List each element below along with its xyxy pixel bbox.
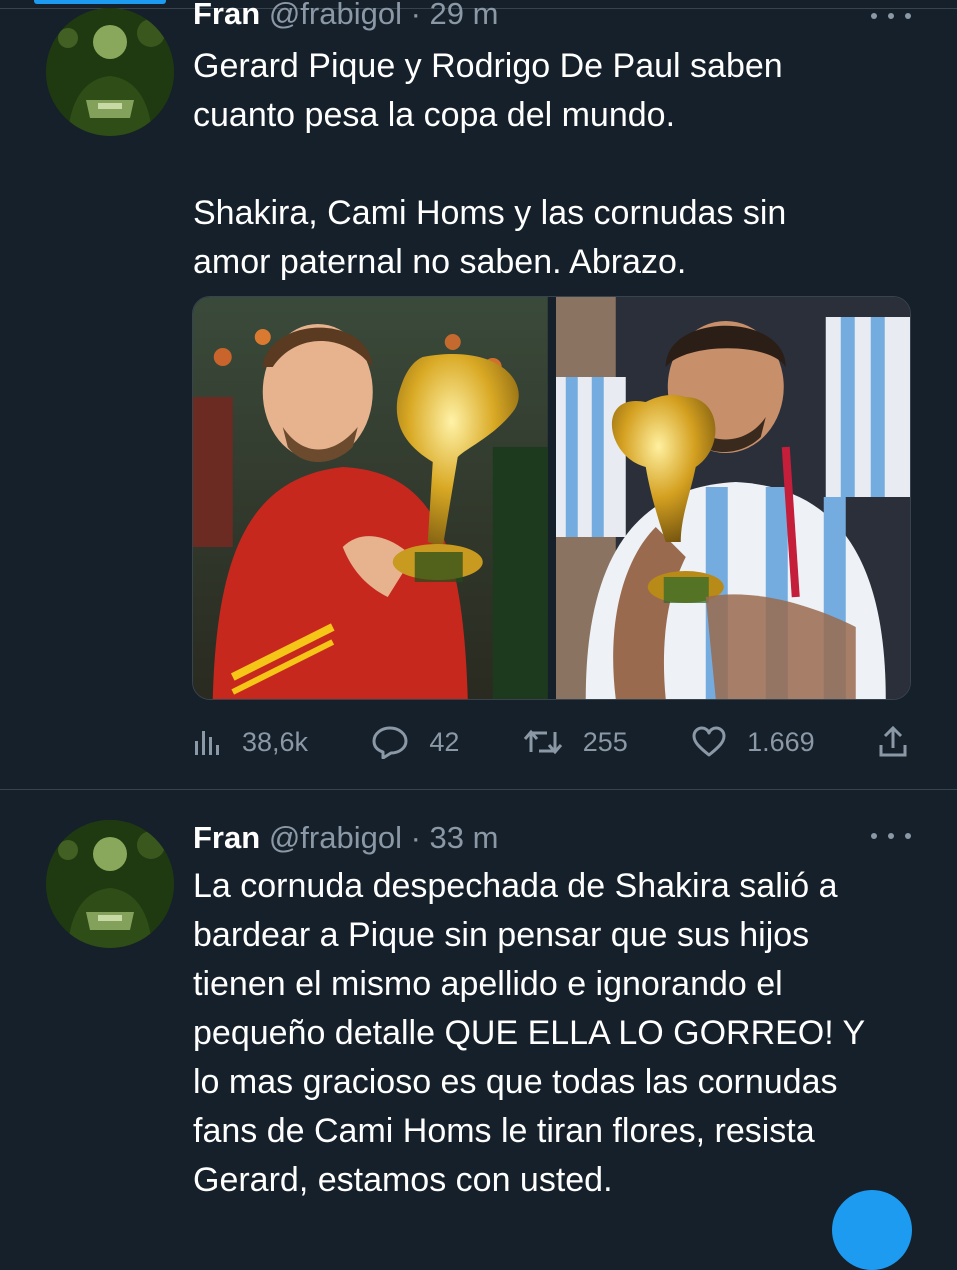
more-options-icon[interactable] [871, 826, 911, 846]
user-handle[interactable]: @frabigol [269, 820, 402, 855]
separator-dot: · [410, 0, 421, 31]
views-count: 38,6k [242, 726, 309, 757]
tweet-header: Fran @frabigol · 29 m [193, 0, 498, 32]
display-name[interactable]: Fran [193, 0, 260, 31]
reply-count: 42 [429, 726, 460, 757]
tweet-media[interactable] [192, 296, 911, 700]
reply-icon [372, 726, 408, 759]
like-count: 1.669 [747, 726, 815, 757]
tweet-text: La cornuda despechada de Shakira salió a… [193, 867, 866, 1199]
avatar[interactable] [46, 8, 174, 136]
dot [905, 833, 911, 839]
reply-button[interactable]: 42 [371, 725, 459, 759]
dot [888, 13, 894, 19]
avatar-image [46, 8, 174, 136]
share-button[interactable] [878, 726, 908, 758]
dot [871, 13, 877, 19]
retweet-button[interactable]: 255 [523, 726, 628, 758]
tweet-text: Gerard Pique y Rodrigo De Paul saben cua… [193, 47, 787, 281]
photo-player-kissing-trophy [555, 297, 910, 699]
avatar-image [46, 820, 174, 948]
tweet-actions: 38,6k 42 255 1.669 [192, 720, 912, 764]
display-name[interactable]: Fran [193, 820, 260, 855]
tweet-divider [0, 789, 957, 790]
tweet-1[interactable]: Fran @frabigol · 29 m Gerard Pique y Rod… [0, 0, 957, 790]
share-icon [879, 726, 907, 757]
dot [871, 833, 877, 839]
media-photo-left[interactable] [193, 297, 548, 699]
dot [905, 13, 911, 19]
user-handle[interactable]: @frabigol [269, 0, 402, 31]
dot [888, 833, 894, 839]
retweet-count: 255 [582, 726, 628, 757]
avatar[interactable] [46, 820, 174, 948]
photo-player-red-shirt-trophy [193, 297, 548, 699]
more-options-icon[interactable] [871, 6, 911, 26]
tweet-header: Fran @frabigol · 33 m [193, 820, 498, 856]
compose-tweet-button[interactable] [832, 1190, 912, 1270]
retweet-icon [523, 729, 562, 755]
views-chart-icon [195, 731, 219, 755]
like-button[interactable]: 1.669 [691, 726, 815, 758]
heart-icon [692, 726, 726, 757]
media-photo-right[interactable] [555, 297, 910, 699]
separator-dot: · [410, 820, 421, 855]
tweet-timestamp[interactable]: 33 m [430, 820, 499, 855]
tweet-timestamp[interactable]: 29 m [430, 0, 499, 31]
tweet-2[interactable]: Fran @frabigol · 33 m La cornuda despech… [0, 792, 957, 1212]
views-button[interactable]: 38,6k [192, 727, 308, 758]
